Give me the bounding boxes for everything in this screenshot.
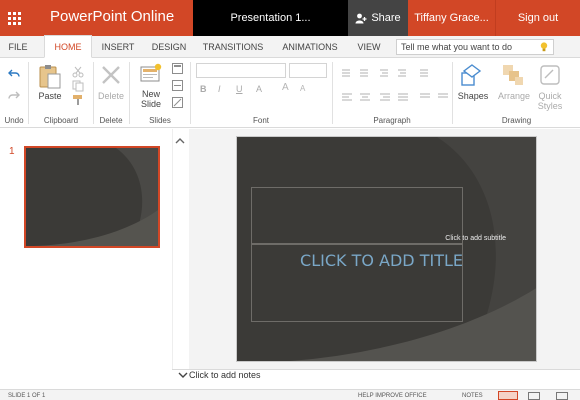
bold-button[interactable]: B [200,84,207,94]
app-name[interactable]: PowerPoint Online [50,8,174,25]
font-name-dropdown[interactable] [196,63,286,78]
waffle-icon [7,11,21,25]
new-slide-label-line2: Slide [140,99,161,109]
layout-icon[interactable] [172,63,183,74]
app-launcher-button[interactable] [0,0,28,36]
font-group-label: Font [252,116,269,125]
paragraph-controls-icon[interactable] [340,68,450,108]
tab-insert[interactable]: INSERT [96,36,140,58]
help-improve-office-link[interactable]: HELP IMPROVE OFFICE [358,393,427,399]
format-painter-icon[interactable] [72,94,84,106]
ribbon-separator [332,62,333,124]
tab-view[interactable]: VIEW [352,36,386,58]
paste-label[interactable]: Paste [34,91,66,101]
quick-styles-line2: Styles [537,101,563,111]
slide-counter: SLIDE 1 OF 1 [8,393,46,399]
ribbon-separator [452,62,453,124]
share-button[interactable]: Share [348,0,408,36]
delete-label[interactable]: Delete [94,91,128,101]
reading-view-button[interactable] [528,392,540,400]
notes-placeholder: Click to add notes [189,370,261,380]
shapes-icon[interactable] [460,63,486,87]
notes-collapse-icon[interactable] [178,371,188,379]
subtitle-placeholder-text: Click to add subtitle [445,235,506,242]
redo-icon[interactable] [8,90,20,102]
user-name[interactable]: Tiffany Grace... [408,0,495,36]
italic-button[interactable]: I [218,84,221,94]
hide-slide-icon[interactable] [172,97,183,108]
tab-file[interactable]: FILE [0,36,36,58]
scroll-up-icon[interactable] [175,137,185,145]
drawing-group-label: Drawing [501,116,532,125]
arrange-label[interactable]: Arrange [495,91,533,101]
delete-group-label: Delete [99,116,123,125]
share-label: Share [371,12,401,24]
undo-icon[interactable] [8,68,20,80]
shrink-font-icon[interactable]: A [300,84,305,93]
ribbon-separator [28,62,29,124]
cut-icon[interactable] [72,66,84,78]
tell-me-search[interactable]: Tell me what you want to do [396,39,554,55]
tab-transitions[interactable]: TRANSITIONS [198,36,268,58]
delete-x-icon[interactable] [100,64,122,86]
sign-out-link[interactable]: Sign out [495,0,580,36]
quick-styles-label[interactable]: Quick Styles [534,91,566,111]
tab-design[interactable]: DESIGN [148,36,190,58]
notes-toggle-button[interactable]: NOTES [462,393,483,399]
quick-styles-line1: Quick [538,91,562,101]
slide-thumbnail-number: 1 [9,146,15,157]
ribbon-separator [129,62,130,124]
thumbnail-scrollbar[interactable] [172,129,188,369]
subtitle-placeholder-box[interactable] [251,187,463,244]
paragraph-group-label: Paragraph [373,116,411,125]
slide-thumbnail[interactable] [24,146,160,248]
tab-animations[interactable]: ANIMATIONS [276,36,344,58]
ribbon: Undo Paste Clipboard Delete Delete New S… [0,58,580,128]
quick-styles-icon[interactable] [538,63,562,87]
tell-me-placeholder: Tell me what you want to do [401,42,513,52]
share-person-icon [355,13,367,23]
undo-group-label: Undo [4,116,24,125]
grow-font-icon[interactable]: A [282,82,289,93]
new-slide-label[interactable]: New Slide [136,89,166,109]
tab-home[interactable]: HOME [44,35,92,58]
slides-group-label: Slides [149,116,171,125]
slideshow-button[interactable] [556,392,568,400]
shapes-label[interactable]: Shapes [455,91,491,101]
font-size-dropdown[interactable] [289,63,327,78]
status-bar [0,389,580,400]
copy-icon[interactable] [72,80,84,92]
title-placeholder-text: CLICK TO ADD TITLE [300,251,463,270]
lightbulb-icon [540,42,548,52]
new-slide-label-line1: New [141,89,160,99]
arrange-icon[interactable] [501,63,525,87]
thumbnail-background-art [26,148,158,246]
document-name[interactable]: Presentation 1... [193,0,348,36]
duplicate-slide-icon[interactable] [172,80,183,91]
new-slide-icon[interactable] [140,63,162,83]
paste-icon[interactable] [38,64,62,90]
font-color-button[interactable]: A [256,84,262,94]
ribbon-separator [190,62,191,124]
clipboard-group-label: Clipboard [43,116,79,125]
normal-view-button[interactable] [498,391,518,400]
underline-button[interactable]: U [236,84,243,94]
